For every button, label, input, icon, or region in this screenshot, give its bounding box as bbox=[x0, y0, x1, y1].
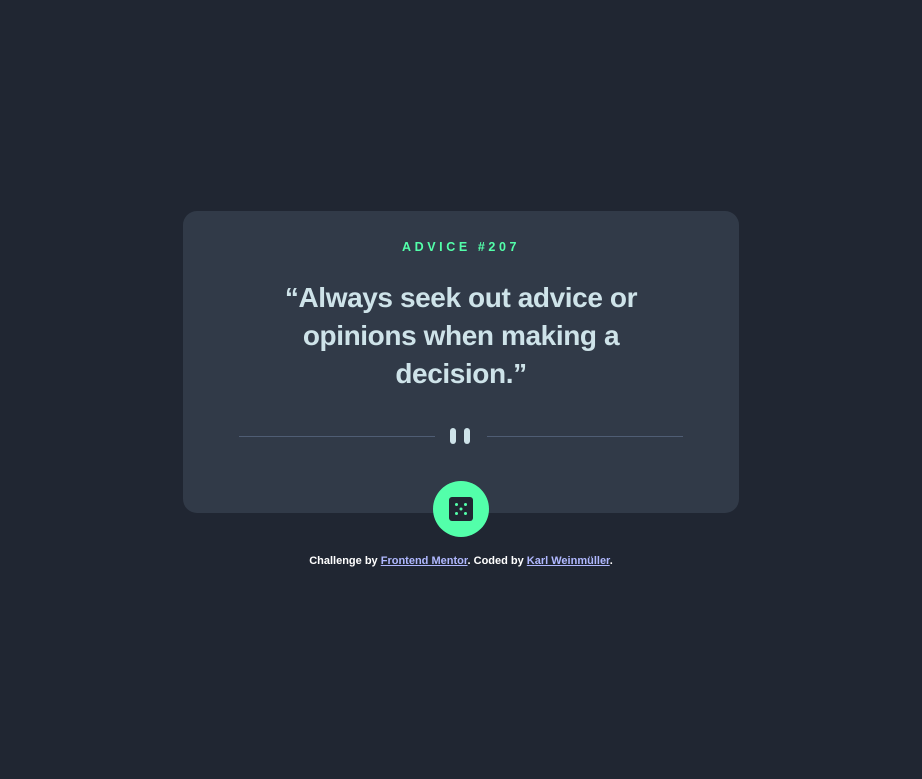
divider-line-right bbox=[487, 436, 683, 437]
pause-icon bbox=[450, 428, 472, 444]
frontend-mentor-link[interactable]: Frontend Mentor bbox=[381, 555, 468, 567]
attribution-suffix: . bbox=[609, 555, 613, 567]
dice-icon bbox=[449, 497, 473, 521]
advice-card: ADVICE #207 “Always seek out advice or o… bbox=[183, 211, 739, 537]
divider bbox=[239, 428, 683, 444]
advice-id: ADVICE #207 bbox=[401, 240, 521, 254]
divider-line-left bbox=[239, 436, 435, 437]
attribution: Challenge by Frontend Mentor. Coded by K… bbox=[0, 555, 922, 567]
attribution-coded-prefix: . Coded by bbox=[467, 555, 527, 567]
advice-quote: “Always seek out advice or opinions when… bbox=[284, 282, 638, 389]
author-link[interactable]: Karl Weinmüller bbox=[527, 555, 610, 567]
attribution-challenge-prefix: Challenge by bbox=[309, 555, 381, 567]
new-advice-button[interactable] bbox=[433, 481, 489, 537]
